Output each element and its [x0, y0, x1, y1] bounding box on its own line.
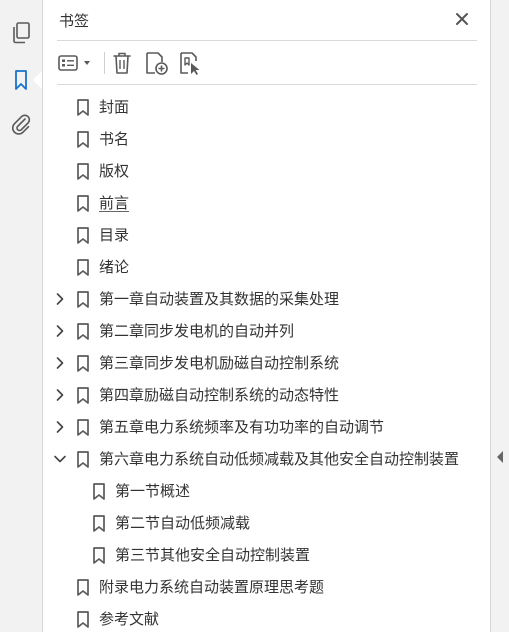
bookmark-icon — [76, 387, 90, 404]
bookmark-item[interactable]: 第六章电力系统自动低频减载及其他安全自动控制装置 — [43, 443, 490, 475]
bookmark-item[interactable]: 版权 — [43, 155, 490, 187]
chevron-right-icon[interactable] — [53, 292, 67, 306]
bookmark-label: 第五章电力系统频率及有功功率的自动调节 — [99, 418, 385, 436]
chevron-right-icon[interactable] — [53, 420, 67, 434]
chevron-right-icon[interactable] — [53, 388, 67, 402]
bookmark-label: 附录电力系统自动装置原理思考题 — [99, 578, 325, 596]
bookmark-icon — [92, 547, 106, 564]
close-icon — [456, 13, 468, 25]
header-divider — [57, 40, 477, 41]
toolbar-separator — [104, 52, 105, 74]
options-menu-icon — [58, 55, 90, 71]
chevron-right-icon[interactable] — [53, 356, 67, 370]
bookmark-label: 第六章电力系统自动低频减载及其他安全自动控制装置 — [99, 450, 460, 468]
bookmark-label: 第三章同步发电机励磁自动控制系统 — [99, 354, 340, 372]
attachment-icon[interactable] — [8, 112, 34, 138]
bookmark-item[interactable]: 前言 — [43, 187, 490, 219]
bookmark-label: 前言 — [99, 194, 130, 212]
bookmarks-panel: 书签 封面 书名 版权 前言 目录 绪论 第一章自动装置及其数据的采集处理 第二… — [43, 0, 490, 632]
expand-panel-arrow-icon[interactable] — [497, 451, 503, 463]
panel-title: 书签 — [59, 12, 90, 30]
bookmark-icon — [92, 515, 106, 532]
bookmark-icon — [76, 355, 90, 372]
close-panel-button[interactable] — [451, 8, 473, 30]
bookmark-icon — [76, 163, 90, 180]
bookmark-icon — [76, 131, 90, 148]
bookmark-icon — [76, 227, 90, 244]
panel-header: 书签 — [43, 0, 490, 40]
bookmark-item[interactable]: 第一章自动装置及其数据的采集处理 — [43, 283, 490, 315]
bookmark-label: 第四章励磁自动控制系统的动态特性 — [99, 386, 340, 404]
bookmark-icon — [76, 99, 90, 116]
bookmark-item[interactable]: 参考文献 — [43, 603, 490, 635]
active-pointer — [33, 71, 42, 89]
bookmark-icon — [76, 419, 90, 436]
bookmark-from-selection-button[interactable] — [176, 48, 204, 78]
bookmark-label: 参考文献 — [99, 610, 160, 628]
bookmark-item[interactable]: 第五章电力系统频率及有功功率的自动调节 — [43, 411, 490, 443]
bookmark-subitem[interactable]: 第一节概述 — [43, 475, 490, 507]
bookmark-icon — [76, 611, 90, 628]
bookmark-toolbar — [43, 44, 490, 82]
bookmark-item[interactable]: 第三章同步发电机励磁自动控制系统 — [43, 347, 490, 379]
bookmark-label: 第三节其他安全自动控制装置 — [115, 546, 311, 564]
bookmark-label: 第一章自动装置及其数据的采集处理 — [99, 290, 340, 308]
delete-icon — [113, 52, 131, 74]
bookmark-label: 绪论 — [99, 258, 130, 276]
new-bookmark-icon — [146, 52, 168, 75]
bookmark-icon — [76, 323, 90, 340]
bookmark-icon — [76, 291, 90, 308]
right-panel-strip — [490, 0, 509, 632]
bookmark-label: 版权 — [99, 162, 130, 180]
bookmark-label: 封面 — [99, 98, 130, 116]
bookmark-from-selection-icon — [180, 52, 200, 75]
bookmark-subitem[interactable]: 第二节自动低频减载 — [43, 507, 490, 539]
chevron-right-icon[interactable] — [53, 324, 67, 338]
bookmark-icon — [76, 195, 90, 212]
bookmark-label: 第二章同步发电机的自动并列 — [99, 322, 295, 340]
bookmark-label: 目录 — [99, 226, 130, 244]
bookmark-item[interactable]: 第二章同步发电机的自动并列 — [43, 315, 490, 347]
bookmark-item[interactable]: 书名 — [43, 123, 490, 155]
bookmark-label: 第一节概述 — [115, 482, 191, 500]
bookmark-label: 第二节自动低频减载 — [115, 514, 251, 532]
bookmark-icon — [76, 451, 90, 468]
delete-bookmark-button[interactable] — [109, 48, 135, 78]
bookmark-item[interactable]: 绪论 — [43, 251, 490, 283]
bookmark-icon — [76, 259, 90, 276]
bookmark-item[interactable]: 封面 — [43, 91, 490, 123]
chevron-down-icon[interactable] — [53, 452, 67, 466]
bookmark-item[interactable]: 附录电力系统自动装置原理思考题 — [43, 571, 490, 603]
bookmark-item[interactable]: 第四章励磁自动控制系统的动态特性 — [43, 379, 490, 411]
new-bookmark-button[interactable] — [142, 48, 170, 78]
bookmark-icon — [92, 483, 106, 500]
bookmark-item[interactable]: 目录 — [43, 219, 490, 251]
bookmark-label: 书名 — [99, 130, 130, 148]
bookmark-icon[interactable] — [8, 67, 34, 93]
pages-icon[interactable] — [8, 20, 34, 46]
navigation-rail — [0, 0, 43, 632]
bookmark-subitem[interactable]: 第三节其他安全自动控制装置 — [43, 539, 490, 571]
toolbar-divider — [57, 84, 477, 85]
options-menu-button[interactable] — [57, 48, 95, 78]
bookmark-icon — [76, 579, 90, 596]
